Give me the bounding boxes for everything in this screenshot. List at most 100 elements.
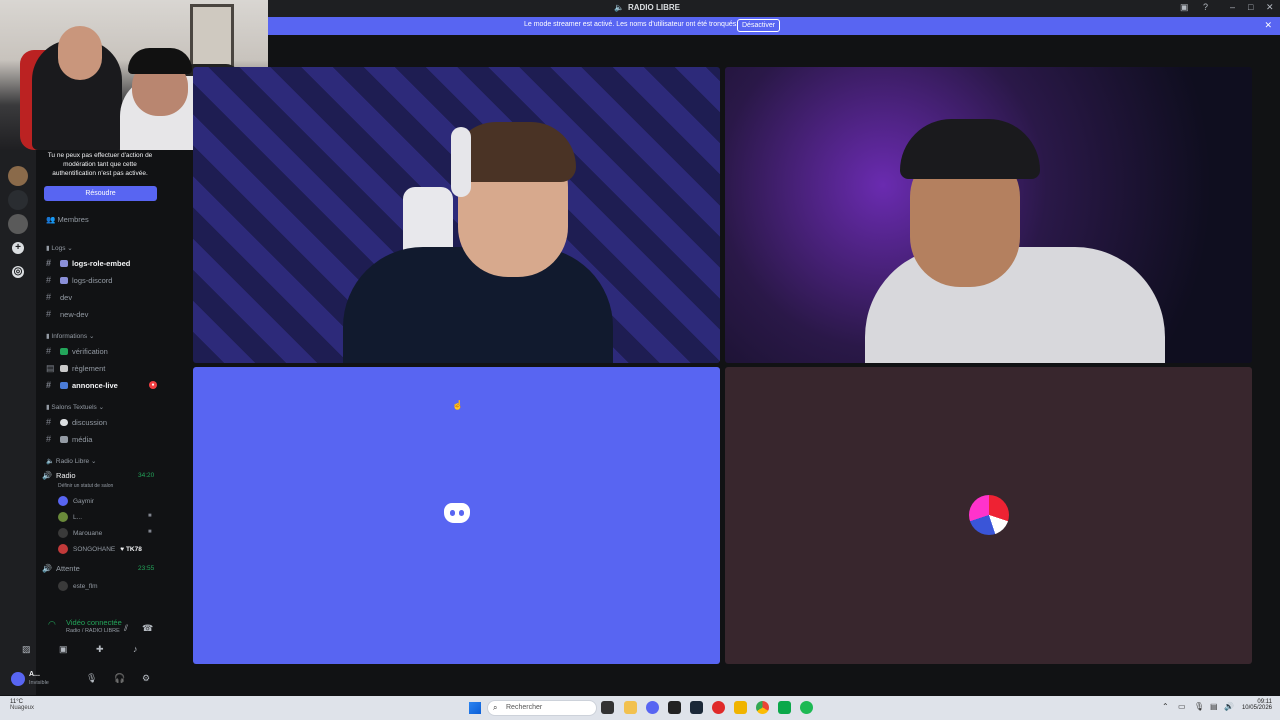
start-button-icon[interactable] [469,702,481,714]
streamer-mode-banner: Le mode streamer est activé. Les noms d'… [268,17,1280,35]
voice-user[interactable]: Marouane [58,528,102,538]
volume-icon[interactable]: 🔊 [1224,702,1234,711]
category-salons-textuels[interactable]: ▮ Salons Textuels ⌄ [46,403,104,411]
rules-icon: ▤ [46,363,55,373]
disconnect-icon[interactable]: ☎ [142,623,153,634]
image-icon [60,435,68,443]
add-server-icon[interactable]: + [12,242,24,254]
webcam-cap [128,48,192,74]
disable-streamer-button[interactable]: Désactiver [737,19,781,32]
voice-user[interactable]: SONGOHANE ♥ TK78 [58,544,142,554]
banner-message: Le mode streamer est activé. Les noms d'… [524,21,739,28]
camera-icon: ■ [148,513,152,519]
radio-timer: 34:20 [138,472,155,479]
video-tile-user1[interactable] [193,67,720,363]
weather-widget[interactable]: 11°C Nuageux [10,699,34,711]
maximize-icon[interactable]: □ [1248,2,1253,12]
mfa-warning: Tu ne peux pas effectuer d'action de mod… [47,152,153,177]
user-panel: A... Invisible 🎙 🎧 ⚙ [11,665,164,695]
channel-discussion[interactable]: # discussion [46,417,107,427]
capcut-icon[interactable] [668,701,681,714]
channel-annonce-live[interactable]: # annonce-live [46,380,118,390]
search-icon: ⌕ [493,703,498,712]
close-window-icon[interactable]: ✕ [1266,2,1274,13]
app-icon[interactable] [734,701,747,714]
bot-icon [60,259,68,267]
channel-verification[interactable]: # vérification [46,346,108,356]
channel-dev[interactable]: # dev [46,292,72,302]
settings-gear-icon[interactable]: ⚙ [142,673,150,684]
minimize-icon[interactable]: – [1230,2,1235,12]
network-icon[interactable]: ▤ [1210,702,1218,711]
spotify-icon[interactable] [800,701,813,714]
channel-logs-role-embed[interactable]: # logs-role-embed [46,258,130,268]
category-radio-libre[interactable]: 🔈 Radio Libre ⌄ [46,457,96,465]
voice-user[interactable]: este_flm [58,581,98,591]
members-icon: 👥 [46,215,58,224]
headphones-icon[interactable]: 🎧 [114,673,125,684]
voice-user[interactable]: Gaymir [58,496,94,506]
tray-app-icon[interactable]: ▭ [1178,702,1186,711]
voice-speaker-icon: 🔊 [42,564,52,573]
category-informations[interactable]: ▮ Informations ⌄ [46,332,94,340]
server-icon[interactable] [8,166,28,186]
hash-icon: # [46,258,52,268]
voice-channel-attente[interactable]: 🔊 Attente [42,564,80,573]
page-icon [60,365,68,372]
voice-user[interactable]: L... [58,512,82,522]
avatar [58,581,68,591]
channel-logs-discord[interactable]: # logs-discord [46,275,112,285]
noise-suppression-icon[interactable]: ⫽ [124,623,128,634]
chrome-icon[interactable] [756,701,769,714]
discord-app-icon[interactable] [646,701,659,714]
taskbar-clock[interactable]: 09:11 10/05/2026 [1238,699,1272,711]
task-view-icon[interactable] [601,701,614,714]
video-tile-no-camera[interactable]: ☝ [193,367,720,664]
username[interactable]: A... [29,671,40,678]
user-avatar[interactable] [11,672,25,686]
discord-logo-icon [444,503,470,523]
inbox-icon[interactable]: ▣ [1180,2,1189,13]
record-icon[interactable] [712,701,725,714]
channel-status-prompt[interactable]: Définir un statut de salon [58,483,113,489]
user-tag: ♥ TK78 [120,545,142,553]
tray-chevron-icon[interactable]: ⌃ [1162,702,1169,711]
tray-mic-icon[interactable]: 🎙 [1194,702,1204,711]
user-panel-inner: A... Invisible 🎙 🎧 ⚙ [0,665,164,695]
voice-channel-radio[interactable]: 🔊 Radio [42,471,76,480]
resolve-button[interactable]: Résoudre [44,186,157,201]
webcam-head-left [58,26,102,80]
announcement-icon: # [46,380,52,390]
signal-icon[interactable]: ◠ [48,619,56,630]
category-logs[interactable]: ▮ Logs ⌄ [46,244,73,252]
video-tile-user2[interactable] [725,67,1252,363]
server-icon[interactable] [8,214,28,234]
file-explorer-icon[interactable] [624,701,637,714]
voice-status[interactable]: Vidéo connectée [66,618,122,627]
voice-location[interactable]: Radio / RADIO LIBRE [66,628,120,634]
channel-reglement[interactable]: ▤ règlement [46,363,105,374]
taskbar-search[interactable]: ⌕ Rechercher [487,700,597,716]
steam-icon[interactable] [690,701,703,714]
server-icon[interactable] [8,190,28,210]
activities-icon[interactable]: ✚ [96,644,104,655]
soundboard-icon[interactable]: ♪ [133,644,138,654]
bot-icon [60,276,68,284]
screen-share-icon[interactable]: ▣ [59,644,68,655]
camera-off-icon[interactable]: ▨ [22,644,31,655]
voice-speaker-icon: 🔊 [42,471,52,480]
hash-icon: # [46,292,52,302]
discover-icon[interactable]: ◎ [12,266,24,278]
video-tile-avatar[interactable] [725,367,1252,664]
help-icon[interactable]: ? [1203,2,1208,12]
avatar [58,512,68,522]
members-link[interactable]: 👥 Membres [46,215,89,224]
microphone-icon[interactable]: 🎙 [86,673,97,684]
channel-new-dev[interactable]: # new-dev [46,309,88,319]
mention-badge: ● [149,381,157,389]
app-icon[interactable] [778,701,791,714]
close-banner-icon[interactable]: ✕ [1264,20,1272,31]
hash-icon: # [46,346,52,356]
channel-media[interactable]: # média [46,434,92,444]
avatar [58,528,68,538]
